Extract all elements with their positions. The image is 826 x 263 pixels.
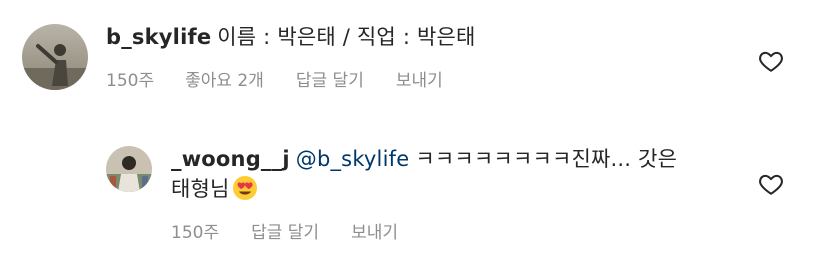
comment-body: 이름 : 박은태 / 직업 : 박은태 — [217, 25, 476, 49]
comment-body-line1: ㅋㅋㅋㅋㅋㅋㅋㅋ진짜... 갓은 — [415, 147, 678, 171]
comment-time: 150주 — [171, 223, 220, 243]
heart-outline-icon[interactable] — [758, 48, 784, 74]
comment-item: b_skylife 이름 : 박은태 / 직업 : 박은태 150주 좋아요 2개… — [0, 0, 826, 110]
reply-item: _woong__j @b_skylife ㅋㅋㅋㅋㅋㅋㅋㅋ진짜... 갓은 태형님 … — [0, 120, 826, 263]
avatar[interactable] — [22, 24, 88, 90]
comment-username[interactable]: b_skylife — [106, 25, 211, 49]
send-button[interactable]: 보내기 — [351, 218, 398, 243]
comment-meta: 150주 좋아요 2개 답글 달기 보내기 — [106, 66, 443, 91]
avatar[interactable] — [106, 146, 152, 192]
comment-body-line2: 태형님 — [171, 177, 230, 201]
comment-text: b_skylife 이름 : 박은태 / 직업 : 박은태 — [106, 22, 476, 52]
reply-button[interactable]: 답글 달기 — [296, 66, 364, 91]
send-button[interactable]: 보내기 — [396, 66, 443, 91]
comment-username[interactable]: _woong__j — [171, 147, 290, 171]
likes-count[interactable]: 좋아요 2개 — [185, 66, 264, 91]
reply-text: _woong__j @b_skylife ㅋㅋㅋㅋㅋㅋㅋㅋ진짜... 갓은 태형님 — [171, 144, 731, 204]
comment-time: 150주 — [106, 71, 155, 91]
heart-eyes-emoji — [232, 175, 258, 201]
heart-outline-icon[interactable] — [758, 171, 784, 197]
reply-button[interactable]: 답글 달기 — [251, 218, 319, 243]
mention-link[interactable]: @b_skylife — [296, 147, 410, 171]
reply-meta: 150주 답글 달기 보내기 — [171, 218, 398, 243]
